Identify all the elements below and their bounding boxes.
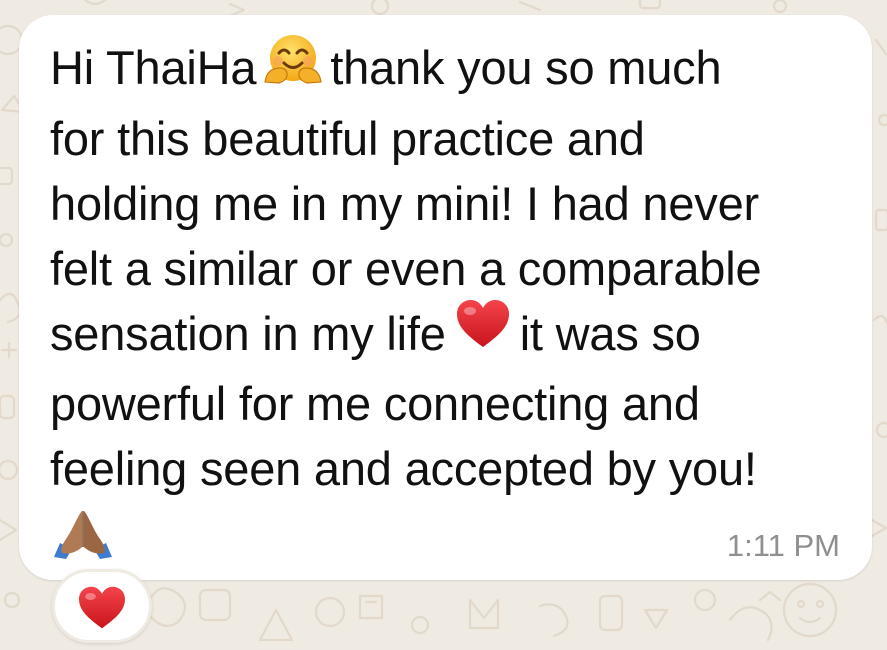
message-line-1b: thank you so much <box>330 41 722 94</box>
message-line-3: holding me in my mini! I had never <box>50 176 759 230</box>
folded-hands-icon <box>50 507 116 564</box>
message-line-6: powerful for me connecting and <box>50 377 700 431</box>
message-line-4: felt a similar or even a comparable <box>50 241 762 295</box>
message-line-2: for this beautiful practice and <box>50 111 645 165</box>
hugging-face-icon <box>264 33 322 101</box>
reaction-heart-icon <box>76 585 128 636</box>
incoming-message-bubble[interactable]: Hi ThaiHa thank you so much for this beau… <box>19 15 872 580</box>
message-line-5a: sensation in my life <box>50 306 446 360</box>
red-heart-icon <box>454 298 512 366</box>
message-line-5b: it was so <box>519 306 701 360</box>
reaction-pill[interactable] <box>52 569 152 643</box>
message-text: Hi ThaiHa thank you so much for this beau… <box>50 33 850 501</box>
message-timestamp: 1:11 PM <box>726 528 840 563</box>
message-line-1a: Hi ThaiHa <box>50 41 257 94</box>
message-line-7: feeling seen and accepted by you! <box>50 442 757 496</box>
